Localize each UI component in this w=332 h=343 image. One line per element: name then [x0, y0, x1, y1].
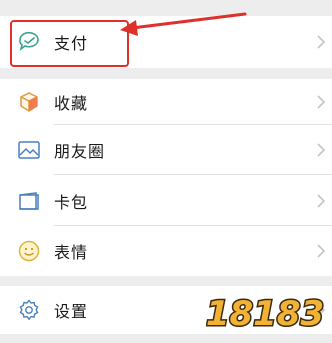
gear-icon — [19, 299, 39, 321]
menu-item-label: 表情 — [54, 243, 89, 262]
menu-item-label: 设置 — [54, 302, 89, 321]
menu-item-favorites[interactable]: 收藏 — [0, 79, 332, 125]
menu-item-label: 收藏 — [54, 94, 89, 113]
chevron-right-icon — [317, 143, 326, 157]
arrow-annotation — [120, 12, 247, 36]
watermark-logo: 18183 — [206, 293, 324, 336]
card-icon — [19, 191, 39, 210]
menu-item-stickers[interactable]: 表情 — [0, 226, 332, 276]
chevron-right-icon — [317, 193, 326, 208]
menu-item-card-wallet[interactable]: 卡包 — [0, 175, 332, 226]
image-icon — [18, 141, 40, 159]
chevron-right-icon — [317, 244, 326, 258]
section-gap — [0, 68, 332, 79]
emoji-icon — [18, 240, 40, 262]
menu-item-label: 卡包 — [54, 192, 89, 212]
chevron-right-icon — [317, 35, 326, 49]
menu-item-moments[interactable]: 朋友圈 — [0, 125, 332, 175]
chevron-right-icon — [317, 95, 326, 109]
menu-item-label: 朋友圈 — [54, 142, 106, 161]
cube-icon — [20, 92, 38, 112]
svg-text:18183: 18183 — [206, 294, 324, 334]
